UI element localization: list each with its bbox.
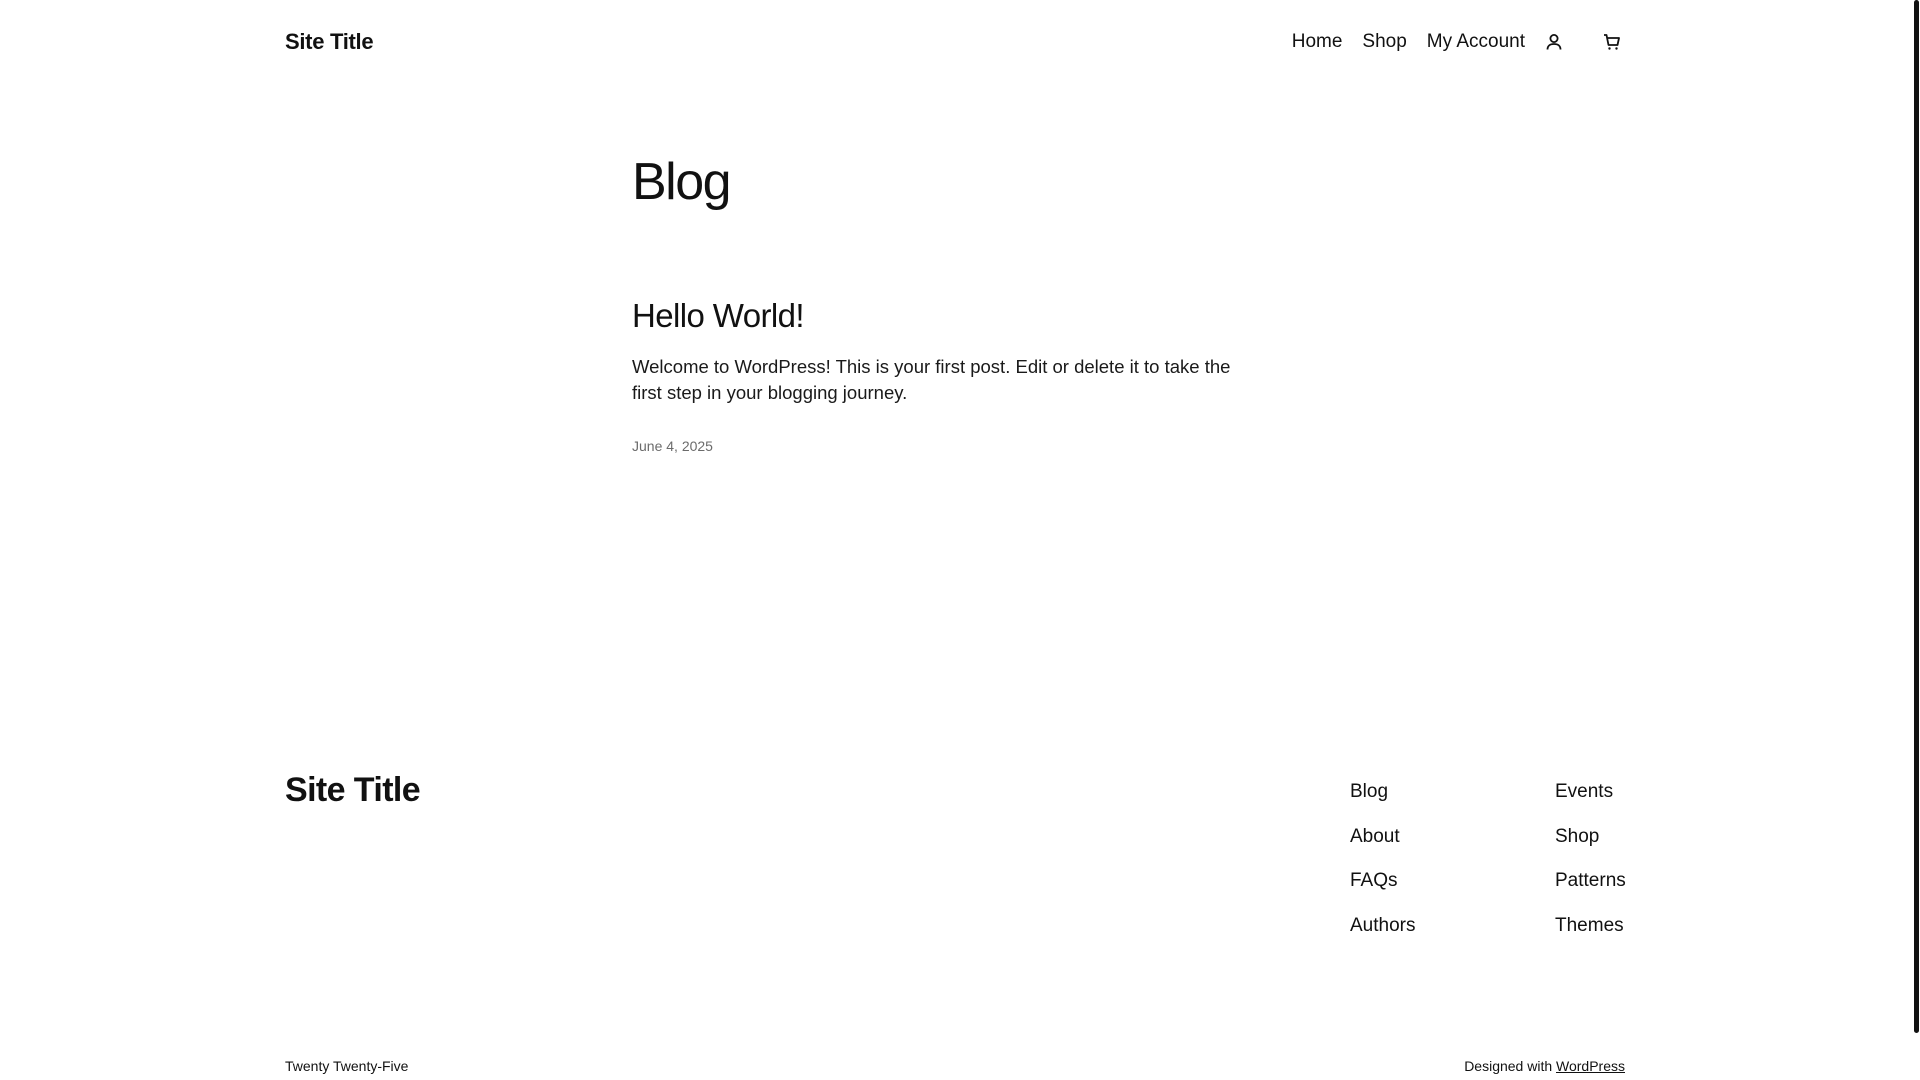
user-icon[interactable] — [1541, 29, 1567, 55]
page-title: Blog — [632, 153, 732, 211]
footer-link-events[interactable]: Events — [1555, 770, 1626, 815]
wordpress-link[interactable]: WordPress — [1556, 1058, 1625, 1074]
site-title-link[interactable]: Site Title — [285, 29, 374, 55]
scrollbar[interactable] — [1912, 0, 1920, 1080]
footer-link-patterns[interactable]: Patterns — [1555, 859, 1626, 904]
footer-theme-name: Twenty Twenty-Five — [285, 1058, 409, 1074]
nav-my-account-link[interactable]: My Account — [1427, 31, 1525, 53]
footer-link-themes[interactable]: Themes — [1555, 904, 1626, 949]
footer-nav-column-1: Blog About FAQs Authors — [1350, 770, 1415, 948]
post-excerpt: Welcome to WordPress! This is your first… — [632, 356, 1231, 403]
primary-nav: Home Shop My Account — [1292, 29, 1625, 55]
footer-link-shop[interactable]: Shop — [1555, 815, 1626, 860]
scrollbar-thumb[interactable] — [1914, 0, 1919, 1033]
footer-designed-with: Designed with — [1464, 1058, 1553, 1074]
post-item: Hello World! Welcome to WordPress! This … — [632, 292, 1272, 454]
post-title-link[interactable]: Hello World! — [632, 292, 1272, 340]
footer-link-about[interactable]: About — [1350, 815, 1415, 860]
cart-icon[interactable] — [1599, 29, 1625, 55]
footer-link-faqs[interactable]: FAQs — [1350, 859, 1415, 904]
footer-credit: Designed with WordPress — [1464, 1058, 1625, 1074]
footer-link-blog[interactable]: Blog — [1350, 770, 1415, 815]
footer-site-title[interactable]: Site Title — [285, 768, 421, 812]
post-date[interactable]: June 4, 2025 — [632, 438, 1272, 454]
site-header: Site Title Home Shop My Account — [285, 22, 1625, 62]
nav-home-link[interactable]: Home — [1292, 31, 1343, 53]
page: Site Title Home Shop My Account Blog Hel… — [0, 0, 1920, 1080]
nav-shop-link[interactable]: Shop — [1362, 31, 1406, 53]
footer-nav-column-2: Events Shop Patterns Themes — [1555, 770, 1626, 948]
footer-link-authors[interactable]: Authors — [1350, 904, 1415, 949]
